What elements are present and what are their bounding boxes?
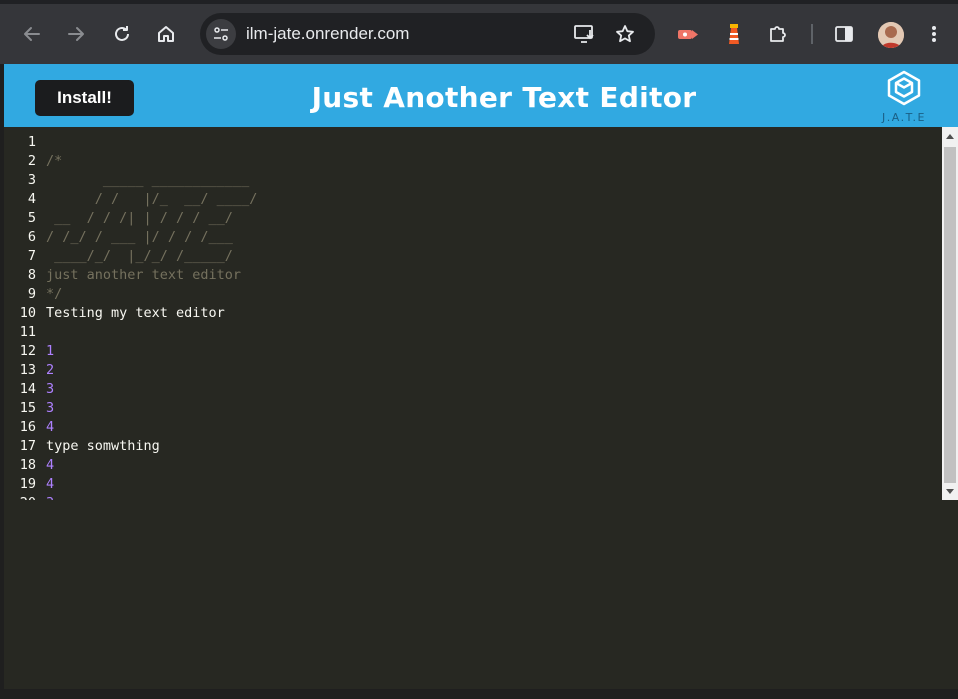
forward-arrow-icon[interactable]: [64, 22, 88, 46]
code-line[interactable]: 2: [46, 361, 257, 380]
line-number: 12: [19, 343, 36, 359]
editor-lower-area: [4, 500, 958, 689]
red-tag-extension-icon[interactable]: [676, 22, 700, 46]
code-line[interactable]: just another text editor: [46, 266, 257, 285]
install-app-icon[interactable]: [574, 23, 596, 45]
code-line[interactable]: 4: [46, 418, 257, 437]
code-line[interactable]: [46, 323, 257, 342]
code-line[interactable]: 1: [46, 342, 257, 361]
star-icon[interactable]: [614, 23, 636, 45]
code-editor[interactable]: 1234567891011121314151617181920 /* _____…: [4, 127, 942, 500]
line-number-gutter: 1234567891011121314151617181920: [4, 133, 40, 500]
line-number: 16: [19, 419, 36, 435]
window-bottom-edge: [0, 689, 958, 699]
kebab-menu-icon[interactable]: [922, 22, 946, 46]
editor-scrollbar[interactable]: [942, 127, 958, 500]
scroll-up-arrow-icon[interactable]: [942, 127, 958, 144]
code-line[interactable]: 4: [46, 456, 257, 475]
line-number: 3: [27, 172, 36, 188]
tab-strip-edge: [0, 0, 958, 4]
code-line[interactable]: [46, 133, 257, 152]
code-line[interactable]: */: [46, 285, 257, 304]
line-number: 19: [19, 476, 36, 492]
line-number: 7: [27, 248, 36, 264]
jate-logo-icon: [887, 70, 921, 106]
code-line[interactable]: type somwthing: [46, 437, 257, 456]
line-number: 8: [27, 267, 36, 283]
code-line[interactable]: Testing my text editor: [46, 304, 257, 323]
scroll-down-arrow-icon[interactable]: [942, 483, 958, 500]
line-number: 11: [19, 324, 36, 340]
line-number: 1: [27, 134, 36, 150]
code-line[interactable]: _____ ____________: [46, 171, 257, 190]
line-number: 17: [19, 438, 36, 454]
home-icon[interactable]: [154, 22, 178, 46]
tune-icon[interactable]: [206, 19, 236, 49]
code-line[interactable]: 3: [46, 380, 257, 399]
code-line[interactable]: / /_/ / ___ |/ / / /___: [46, 228, 257, 247]
line-number: 4: [27, 191, 36, 207]
app-header: Install! Just Another Text Editor J.A.T.…: [4, 64, 958, 127]
page-title: Just Another Text Editor: [311, 81, 697, 114]
code-line[interactable]: / / |/_ __/ ____/: [46, 190, 258, 209]
code-line[interactable]: ____/_/ |_/_/ /_____/: [46, 247, 257, 266]
line-number: 14: [19, 381, 36, 397]
url-text[interactable]: ilm-jate.onrender.com: [246, 24, 409, 44]
line-number: 2: [27, 153, 36, 169]
toolbar-divider: [811, 24, 813, 44]
address-bar[interactable]: ilm-jate.onrender.com: [200, 13, 655, 55]
puzzle-icon[interactable]: [766, 22, 790, 46]
reload-icon[interactable]: [110, 22, 134, 46]
lighthouse-extension-icon[interactable]: [722, 22, 746, 46]
back-arrow-icon[interactable]: [20, 22, 44, 46]
editor-content[interactable]: /* _____ ____________ / / |/_ __/ ____/ …: [46, 133, 257, 500]
line-number: 9: [27, 286, 36, 302]
line-number: 6: [27, 229, 36, 245]
line-number: 13: [19, 362, 36, 378]
logo-caption: J.A.T.E: [882, 111, 926, 124]
code-line[interactable]: 4: [46, 475, 257, 494]
line-number: 15: [19, 400, 36, 416]
browser-toolbar: ilm-jate.onrender.com: [0, 0, 958, 64]
code-line[interactable]: __ / / /| | / / / __/: [46, 209, 257, 228]
line-number: 18: [19, 457, 36, 473]
avatar[interactable]: [878, 22, 904, 48]
side-panel-icon[interactable]: [832, 22, 856, 46]
scrollbar-thumb[interactable]: [944, 147, 956, 483]
line-number: 5: [27, 210, 36, 226]
code-line[interactable]: 3: [46, 399, 257, 418]
line-number: 10: [19, 305, 36, 321]
code-line[interactable]: /*: [46, 152, 257, 171]
